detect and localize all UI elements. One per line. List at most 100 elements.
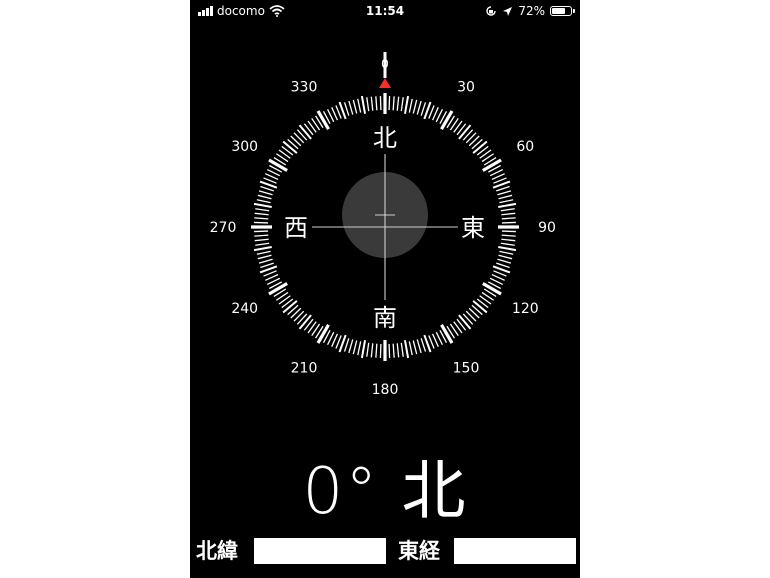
compass-tick <box>335 105 342 119</box>
longitude-value <box>454 538 576 564</box>
degree-label-120: 120 <box>512 301 539 317</box>
compass-tick <box>253 202 272 209</box>
compass-tick <box>357 341 362 356</box>
degree-label-60: 60 <box>516 139 534 155</box>
cardinal-north: 北 <box>373 124 397 152</box>
compass-tick <box>428 105 435 119</box>
compass-tick <box>412 340 418 355</box>
compass-tick <box>392 96 395 111</box>
heading-readout: 0° 北 <box>190 440 580 532</box>
heading-degrees: 0° <box>302 455 380 529</box>
compass-tick <box>258 258 273 264</box>
compass-tick <box>408 341 413 356</box>
compass-tick <box>360 95 367 114</box>
compass-tick <box>257 254 272 260</box>
cardinal-east: 東 <box>461 214 485 242</box>
latitude-label: 北緯 <box>196 539 238 563</box>
compass-tick <box>499 199 514 204</box>
degree-label-90: 90 <box>538 220 556 236</box>
compass-tick <box>260 262 274 269</box>
compass-tick <box>254 238 269 242</box>
compass-tick <box>370 343 374 358</box>
compass-tick <box>392 343 395 358</box>
degree-label-240: 240 <box>231 301 258 317</box>
compass-tick <box>352 340 358 355</box>
compass-tick <box>458 314 472 330</box>
compass-tick <box>375 96 378 111</box>
compass-tick <box>501 238 516 242</box>
compass-tick <box>499 250 514 255</box>
compass-tick <box>472 140 488 154</box>
compass-tick <box>403 340 410 359</box>
compass-tick <box>316 110 330 130</box>
compass-tick <box>268 158 288 172</box>
compass-tick <box>343 338 350 352</box>
compass-tick <box>263 177 277 184</box>
degree-label-210: 210 <box>291 360 318 376</box>
compass-tick <box>255 208 270 212</box>
compass-tick <box>428 335 435 349</box>
compass-tick <box>416 339 422 354</box>
compass-tick <box>501 234 516 237</box>
compass-tick <box>366 97 370 112</box>
compass-tick <box>396 96 400 111</box>
heading-direction: 北 <box>401 455 468 529</box>
compass-tick <box>253 245 272 252</box>
compass-tick <box>440 324 454 344</box>
compass-tick <box>400 97 404 112</box>
compass-tick <box>257 194 272 200</box>
compass-tick <box>482 282 502 296</box>
degree-label-180: 180 <box>372 382 399 398</box>
compass-tick <box>458 124 472 140</box>
compass-tick <box>497 190 512 196</box>
cardinal-west: 西 <box>284 214 308 242</box>
compass-tick <box>370 96 374 111</box>
compass-tick <box>501 212 516 216</box>
degree-label-30: 30 <box>457 80 475 96</box>
compass-tick <box>403 95 410 114</box>
compass-tick <box>298 124 312 140</box>
compass-tick <box>472 300 488 314</box>
degree-label-330: 330 <box>291 80 318 96</box>
compass-tick <box>493 177 507 184</box>
compass-tick <box>348 339 354 354</box>
compass-tick <box>375 343 378 358</box>
compass-tick <box>258 190 273 196</box>
compass-tick <box>500 242 515 246</box>
compass-tick <box>497 258 512 264</box>
compass-tick <box>316 324 330 344</box>
compass-tick <box>263 270 277 277</box>
compass-tick <box>482 158 502 172</box>
compass-tick <box>396 343 400 358</box>
compass-tick <box>498 254 513 260</box>
compass-tick <box>348 100 354 115</box>
compass-tick <box>400 342 404 357</box>
compass-tick <box>416 100 422 115</box>
compass-tick <box>254 212 269 216</box>
compass-tick <box>440 110 454 130</box>
compass-tick <box>254 234 269 237</box>
compass-tick <box>500 208 515 212</box>
compass-tick <box>420 102 427 116</box>
degree-label-300: 300 <box>231 139 258 155</box>
latitude-value <box>254 538 386 564</box>
compass-tick <box>282 140 298 154</box>
degree-label-150: 150 <box>453 360 480 376</box>
compass-tick <box>255 242 270 246</box>
compass-tick <box>256 199 271 204</box>
compass-tick <box>366 342 370 357</box>
compass-tick <box>420 338 427 352</box>
heading-marker-icon <box>379 78 391 88</box>
compass-tick <box>352 99 358 114</box>
cardinal-south: 南 <box>373 304 397 332</box>
compass-tick <box>501 217 516 220</box>
compass-tick <box>496 185 510 192</box>
compass-tick <box>498 245 517 252</box>
coordinates-bar: 北緯 東経 <box>190 536 580 566</box>
compass-tick <box>343 102 350 116</box>
compass-tick <box>260 185 274 192</box>
compass-tick <box>408 98 413 113</box>
compass-dial: 0306090120150180210240270300330 北 東 南 西 <box>210 52 556 398</box>
compass-tick <box>282 300 298 314</box>
compass-app-screen: docomo 11:54 72% 03060 <box>190 0 580 578</box>
